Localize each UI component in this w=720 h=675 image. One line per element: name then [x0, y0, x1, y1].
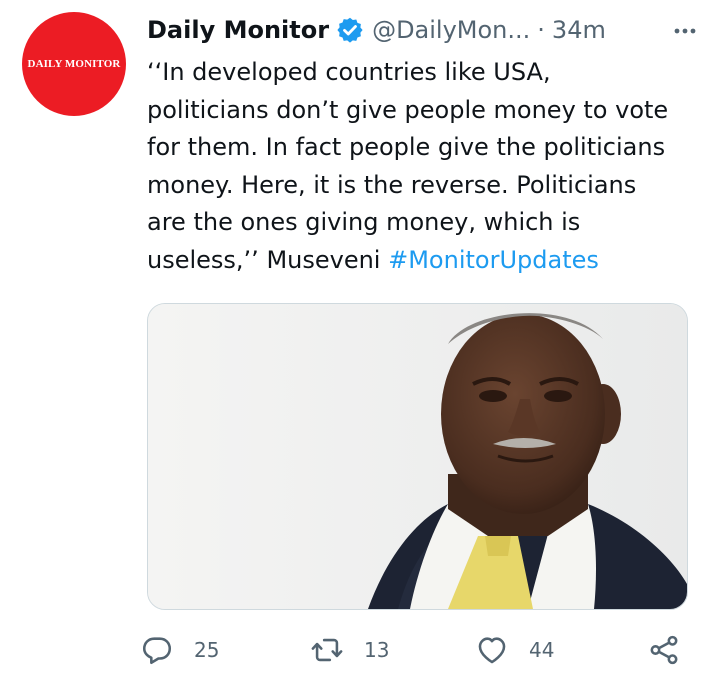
tweet-text: ‘‘In developed countries like USA, polit… [147, 54, 692, 279]
tweet-text-line: ‘‘In developed countries like USA, [147, 58, 551, 86]
tweet-text-line: money. Here, it is the reverse. Politici… [147, 170, 637, 199]
timestamp[interactable]: 34m [552, 16, 606, 44]
tweet-text-line: useless,’’ Museveni [147, 245, 389, 274]
tweet-text-line: for them. In fact people give the politi… [147, 133, 666, 161]
photo-of-museveni-icon [148, 304, 687, 609]
like-button[interactable]: 44 [475, 633, 647, 667]
hashtag-link[interactable]: #MonitorUpdates [388, 246, 599, 274]
tweet-text-line: politicians don’t give people money to v… [147, 95, 669, 124]
heart-icon [478, 637, 506, 664]
tweet-header: Daily Monitor @DailyMon... · 34m [147, 10, 702, 50]
retweet-button[interactable]: 13 [310, 633, 475, 667]
avatar-logo-text: DAILY MONITOR [27, 58, 121, 70]
avatar[interactable]: DAILY MONITOR [22, 12, 126, 116]
author-handle[interactable]: @DailyMon... [372, 16, 530, 44]
tweet-image[interactable] [147, 303, 688, 610]
share-icon [650, 635, 678, 665]
separator-dot: · [537, 16, 545, 44]
reply-icon [142, 637, 172, 665]
retweet-count: 13 [364, 638, 390, 662]
share-button[interactable] [647, 633, 681, 667]
author-name[interactable]: Daily Monitor [147, 16, 329, 44]
reply-button[interactable]: 25 [140, 633, 310, 667]
reply-count: 25 [194, 638, 220, 662]
tweet-text-last-line: useless,’’ Museveni #MonitorUpdates [147, 242, 692, 280]
like-count: 44 [529, 638, 555, 662]
tweet-text-line: are the ones giving money, which is [147, 208, 581, 236]
verified-badge-icon [337, 17, 363, 43]
more-options-icon[interactable] [670, 16, 700, 46]
action-bar: 25 13 44 [140, 628, 700, 672]
retweet-icon [311, 638, 343, 662]
